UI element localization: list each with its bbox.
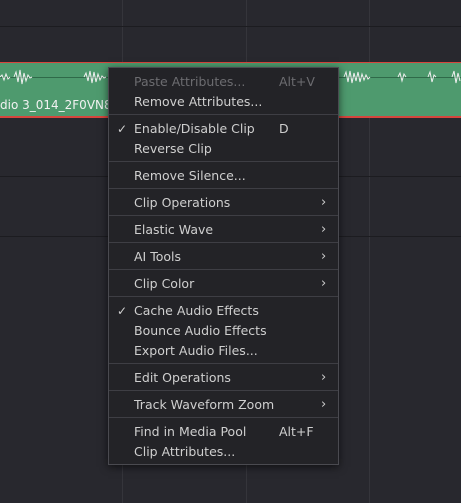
chevron-right-icon: ›	[321, 222, 327, 237]
menu-item-elastic-wave[interactable]: Elastic Wave ›	[109, 220, 338, 240]
menu-item-export-audio-files[interactable]: Export Audio Files...	[109, 341, 338, 361]
menu-item-label: Clip Operations	[134, 195, 231, 210]
menu-separator	[109, 363, 338, 364]
menu-item-label: Export Audio Files...	[134, 343, 258, 358]
menu-item-ai-tools[interactable]: AI Tools ›	[109, 247, 338, 267]
menu-separator	[109, 390, 338, 391]
menu-item-reverse-clip[interactable]: Reverse Clip	[109, 139, 338, 159]
menu-item-paste-attributes[interactable]: Paste Attributes... Alt+V	[109, 72, 338, 92]
chevron-right-icon: ›	[321, 249, 327, 264]
menu-item-label: AI Tools	[134, 249, 182, 264]
menu-item-label: Enable/Disable Clip	[134, 121, 255, 136]
menu-item-label: Clip Attributes...	[134, 444, 236, 459]
timeline-area: dio 3_014_2F0VN8.wav Paste Attributes...…	[0, 0, 461, 503]
chevron-right-icon: ›	[321, 276, 327, 291]
menu-item-label: Paste Attributes...	[134, 74, 246, 89]
menu-item-clip-color[interactable]: Clip Color ›	[109, 274, 338, 294]
menu-item-remove-attributes[interactable]: Remove Attributes...	[109, 92, 338, 112]
menu-item-clip-attributes[interactable]: Clip Attributes...	[109, 442, 338, 462]
menu-item-label: Track Waveform Zoom	[134, 397, 275, 412]
menu-item-shortcut: Alt+F	[279, 424, 314, 439]
menu-separator	[109, 188, 338, 189]
menu-item-label: Edit Operations	[134, 370, 231, 385]
menu-separator	[109, 417, 338, 418]
menu-separator	[109, 269, 338, 270]
menu-item-bounce-audio-effects[interactable]: Bounce Audio Effects	[109, 321, 338, 341]
menu-item-remove-silence[interactable]: Remove Silence...	[109, 166, 338, 186]
menu-separator	[109, 161, 338, 162]
menu-item-label: Cache Audio Effects	[134, 303, 259, 318]
menu-item-shortcut: D	[279, 121, 289, 136]
menu-item-find-in-media-pool[interactable]: Find in Media Pool Alt+F	[109, 422, 338, 442]
checkmark-icon: ✓	[117, 304, 128, 318]
menu-item-label: Elastic Wave	[134, 222, 214, 237]
menu-item-cache-audio-effects[interactable]: ✓ Cache Audio Effects	[109, 301, 338, 321]
menu-item-label: Clip Color	[134, 276, 195, 291]
chevron-right-icon: ›	[321, 370, 327, 385]
chevron-right-icon: ›	[321, 397, 327, 412]
menu-separator	[109, 114, 338, 115]
checkmark-icon: ✓	[117, 122, 128, 136]
menu-separator	[109, 242, 338, 243]
menu-item-shortcut: Alt+V	[279, 74, 315, 89]
menu-item-label: Bounce Audio Effects	[134, 323, 267, 338]
menu-item-clip-operations[interactable]: Clip Operations ›	[109, 193, 338, 213]
clip-context-menu: Paste Attributes... Alt+V Remove Attribu…	[108, 67, 339, 465]
menu-item-enable-disable-clip[interactable]: ✓ Enable/Disable Clip D	[109, 119, 338, 139]
menu-item-label: Find in Media Pool	[134, 424, 247, 439]
menu-separator	[109, 215, 338, 216]
menu-item-edit-operations[interactable]: Edit Operations ›	[109, 368, 338, 388]
track-divider	[0, 26, 461, 27]
menu-item-label: Remove Silence...	[134, 168, 246, 183]
menu-separator	[109, 296, 338, 297]
chevron-right-icon: ›	[321, 195, 327, 210]
menu-item-track-waveform-zoom[interactable]: Track Waveform Zoom ›	[109, 395, 338, 415]
menu-item-label: Reverse Clip	[134, 141, 212, 156]
menu-item-label: Remove Attributes...	[134, 94, 263, 109]
